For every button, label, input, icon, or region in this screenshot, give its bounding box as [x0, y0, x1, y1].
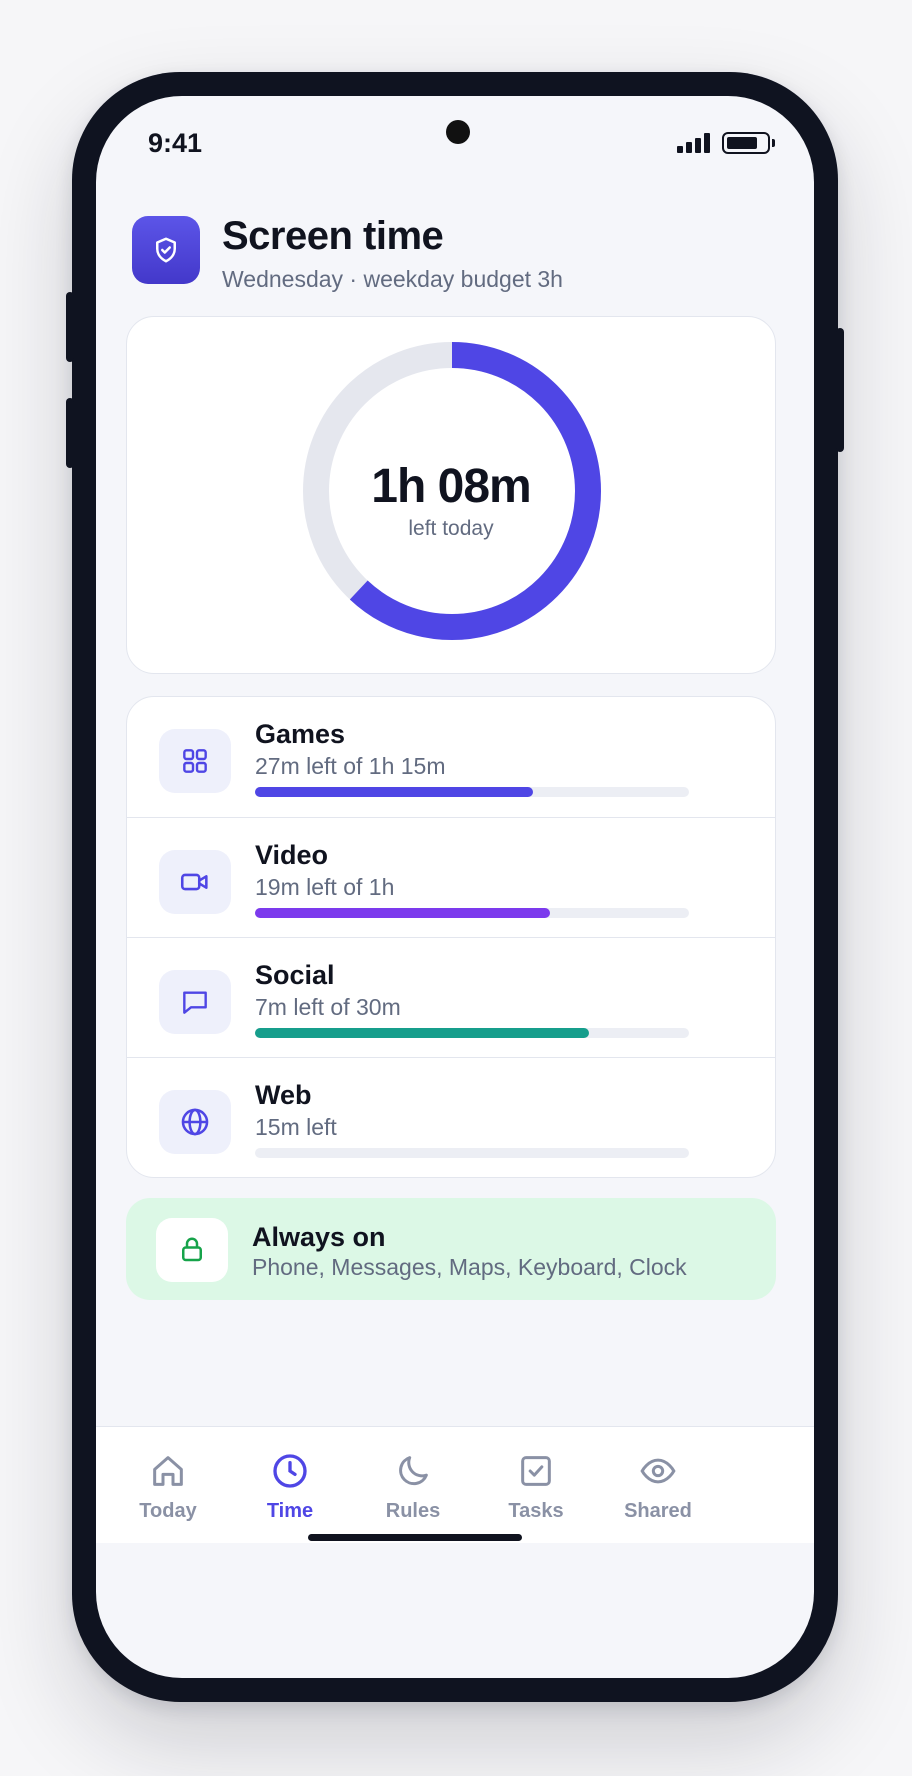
tab-label: Rules	[385, 1500, 441, 1522]
grid-icon	[159, 729, 231, 793]
always-on-card[interactable]: Always on Phone, Messages, Maps, Keyboar…	[126, 1198, 776, 1300]
category-progress-track	[255, 908, 689, 918]
time-left-value: 1h 08m	[371, 460, 531, 513]
tab-bar: Today Time Rules Tasks Shared	[96, 1426, 814, 1543]
home-icon	[153, 1456, 183, 1486]
battery-icon	[722, 132, 775, 154]
status-time: 9:41	[148, 128, 203, 158]
clock-icon	[273, 1454, 307, 1488]
category-row-social[interactable]: Social 7m left of 30m	[127, 937, 775, 1058]
always-on-title: Always on	[252, 1222, 386, 1252]
category-detail: 27m left of 1h 15m	[255, 753, 446, 779]
category-progress-fill	[255, 1028, 590, 1038]
page-title: Screen time	[222, 214, 444, 258]
volume-up-button	[66, 292, 74, 362]
screen: 9:41 Screen time Wednesday · weekday bud…	[96, 96, 814, 1678]
category-progress-track	[255, 1148, 689, 1158]
eye-icon	[640, 1458, 676, 1484]
category-progress-fill	[255, 787, 533, 797]
time-left-card: 1h 08m left today	[126, 316, 776, 674]
category-detail: 19m left of 1h	[255, 874, 395, 900]
volume-down-button	[66, 398, 74, 468]
category-detail: 7m left of 30m	[255, 994, 401, 1020]
category-row-video[interactable]: Video 19m left of 1h	[127, 817, 775, 938]
tab-label: Tasks	[508, 1500, 564, 1522]
category-name: Web	[255, 1080, 312, 1110]
status-bar: 9:41	[96, 96, 814, 176]
front-camera	[446, 120, 470, 144]
category-row-games[interactable]: Games 27m left of 1h 15m	[127, 697, 775, 817]
category-name: Video	[255, 840, 329, 870]
tab-today[interactable]: Today	[108, 1451, 228, 1523]
tab-tasks[interactable]: Tasks	[476, 1451, 596, 1523]
globe-icon	[159, 1090, 231, 1154]
tab-rules[interactable]: Rules	[353, 1451, 473, 1523]
category-row-web[interactable]: Web 15m left	[127, 1057, 775, 1177]
category-detail: 15m left	[255, 1114, 337, 1140]
video-icon	[159, 850, 231, 914]
lock-icon	[156, 1218, 228, 1282]
signal-icon	[677, 133, 710, 153]
time-left-label: left today	[408, 517, 494, 540]
power-button	[836, 328, 844, 452]
checkbox-icon	[521, 1456, 551, 1486]
tab-label: Today	[139, 1500, 197, 1522]
category-progress-track	[255, 1028, 689, 1038]
category-name: Games	[255, 719, 346, 749]
page-header: Screen time Wednesday · weekday budget 3…	[132, 214, 782, 296]
moon-icon	[399, 1456, 428, 1486]
home-indicator	[308, 1534, 522, 1541]
category-list: Games 27m left of 1h 15m Video 19m left …	[126, 696, 776, 1178]
shield-check-icon	[132, 216, 200, 284]
phone-frame: 9:41 Screen time Wednesday · weekday bud…	[66, 72, 844, 1702]
category-progress-fill	[255, 908, 551, 918]
tab-label: Time	[266, 1500, 314, 1522]
always-on-apps: Phone, Messages, Maps, Keyboard, Clock	[252, 1254, 687, 1280]
tab-label: Shared	[624, 1500, 692, 1522]
tab-shared[interactable]: Shared	[598, 1451, 718, 1523]
category-name: Social	[255, 960, 335, 990]
category-progress-track	[255, 787, 689, 797]
tab-time[interactable]: Time	[230, 1451, 350, 1523]
page-subtitle: Wednesday · weekday budget 3h	[222, 266, 563, 292]
chat-icon	[159, 970, 231, 1034]
